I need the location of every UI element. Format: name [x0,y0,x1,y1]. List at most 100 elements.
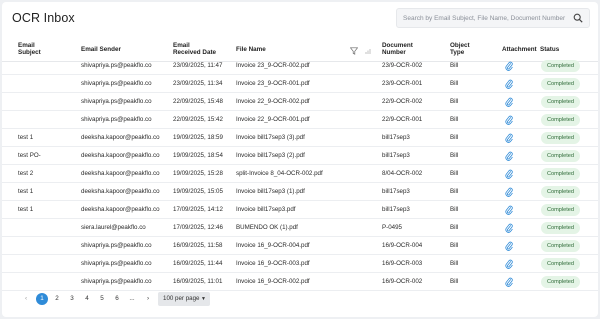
paperclip-icon[interactable] [505,241,513,251]
cell-received-date: 22/09/2025, 15:48 [173,98,223,105]
cell-document-number: bill17sep3 [382,152,410,159]
col-email-subject[interactable]: Email Subject [18,42,41,57]
search-input[interactable] [397,9,573,27]
table-row[interactable]: test 1 deeksha.kapoor@peakflo.co 19/09/202… [2,129,598,147]
cell-document-number: 23/9-OCR-001 [382,80,423,87]
status-badge: Completed [541,276,580,288]
cell-object-type: Bill [450,170,459,177]
table-row[interactable]: shivapriya.ps@peakflo.co 23/09/2025, 11:4… [2,57,598,75]
table-row[interactable]: shivapriya.ps@peakflo.co 16/09/2025, 11:5… [2,237,598,255]
paperclip-icon[interactable] [505,259,513,269]
cell-file-name[interactable]: Invoice bill17sep3 (3).pdf [236,134,305,141]
cell-email-sender: deeksha.kapoor@peakflo.co [81,152,160,159]
table-row[interactable]: shivapriya.ps@peakflo.co 16/09/2025, 11:4… [2,255,598,273]
cell-file-name[interactable]: Invoice 22_9-OCR-001.pdf [236,116,310,123]
table-row[interactable]: siera.laurel@peakflo.co 17/09/2025, 12:46… [2,219,598,237]
cell-object-type: Bill [450,152,459,159]
table-row[interactable]: shivapriya.ps@peakflo.co 16/09/2025, 11:0… [2,273,598,291]
paperclip-icon[interactable] [505,151,513,161]
cell-email-sender: shivapriya.ps@peakflo.co [81,80,152,87]
cell-email-sender: shivapriya.ps@peakflo.co [81,116,152,123]
cell-received-date: 16/09/2025, 11:58 [173,242,223,249]
cell-document-number: 22/9-OCR-001 [382,116,423,123]
sort-icon[interactable] [364,47,372,55]
paperclip-icon[interactable] [505,187,513,197]
ocr-inbox-panel: OCR Inbox Email Subject Email Sender Ema… [2,2,598,317]
col-document-number[interactable]: Document Number [382,42,413,57]
cell-object-type: Bill [450,62,459,69]
cell-object-type: Bill [450,278,459,285]
cell-file-name[interactable]: BUMENDO OK (1).pdf [236,224,298,231]
cell-file-name[interactable]: Invoice 16_9-OCR-004.pdf [236,242,310,249]
table-row[interactable]: shivapriya.ps@peakflo.co 22/09/2025, 15:4… [2,111,598,129]
page-2-button[interactable]: 2 [51,293,63,305]
table-row[interactable]: test 2 deeksha.kapoor@peakflo.co 19/09/202… [2,165,598,183]
next-page-button[interactable]: › [142,293,154,305]
table-row[interactable]: test 1 deeksha.kapoor@peakflo.co 17/09/202… [2,201,598,219]
paperclip-icon[interactable] [505,133,513,143]
cell-email-sender: shivapriya.ps@peakflo.co [81,278,152,285]
col-status[interactable]: Status [540,46,559,53]
cell-file-name[interactable]: Invoice bill17sep3 (2).pdf [236,152,305,159]
cell-file-name[interactable]: Invoice 16_9-OCR-003.pdf [236,260,310,267]
status-badge: Completed [541,150,580,162]
page-6-button[interactable]: 6 [111,293,123,305]
cell-file-name[interactable]: split-Invoice 8_04-OCR-002.pdf [236,170,323,177]
status-badge: Completed [541,60,580,72]
status-badge: Completed [541,222,580,234]
paperclip-icon[interactable] [505,223,513,233]
cell-email-sender: siera.laurel@peakflo.co [81,224,146,231]
col-received-date[interactable]: Email Received Date [173,42,216,57]
paperclip-icon[interactable] [505,277,513,287]
col-attachment[interactable]: Attachment [502,46,537,53]
page-5-button[interactable]: 5 [96,293,108,305]
cell-object-type: Bill [450,98,459,105]
status-badge: Completed [541,78,580,90]
cell-object-type: Bill [450,116,459,123]
cell-object-type: Bill [450,206,459,213]
cell-document-number: 8/04-OCR-002 [382,170,423,177]
cell-received-date: 23/09/2025, 11:34 [173,80,223,87]
table-row[interactable]: shivapriya.ps@peakflo.co 22/09/2025, 15:4… [2,93,598,111]
cell-file-name[interactable]: Invoice 23_9-OCR-001.pdf [236,80,310,87]
paperclip-icon[interactable] [505,79,513,89]
cell-email-subject: test 1 [18,206,34,213]
per-page-select[interactable]: 100 per page ▼ [158,292,210,306]
cell-received-date: 19/09/2025, 18:59 [173,134,223,141]
paperclip-icon[interactable] [505,115,513,125]
cell-document-number: 23/9-OCR-002 [382,62,423,69]
paperclip-icon[interactable] [505,97,513,107]
paperclip-icon[interactable] [505,205,513,215]
status-badge: Completed [541,240,580,252]
paperclip-icon[interactable] [505,169,513,179]
paperclip-icon[interactable] [505,61,513,71]
col-object-type[interactable]: Object Type [450,42,470,57]
cell-file-name[interactable]: Invoice bill17sep3.pdf [236,206,296,213]
status-badge: Completed [541,186,580,198]
cell-document-number: bill17sep3 [382,206,410,213]
col-file-name[interactable]: File Name [236,46,266,53]
cell-object-type: Bill [450,80,459,87]
cell-file-name[interactable]: Invoice 23_9-OCR-002.pdf [236,62,310,69]
search-icon[interactable] [573,13,583,23]
prev-page-button[interactable]: ‹ [20,293,32,305]
status-badge: Completed [541,204,580,216]
status-badge: Completed [541,132,580,144]
col-email-sender[interactable]: Email Sender [81,46,121,53]
page-3-button[interactable]: 3 [66,293,78,305]
cell-object-type: Bill [450,242,459,249]
cell-email-sender: shivapriya.ps@peakflo.co [81,260,152,267]
page-header: OCR Inbox [2,2,598,32]
table-row[interactable]: test 1 deeksha.kapoor@peakflo.co 19/09/202… [2,183,598,201]
table-row[interactable]: test PO-deeksha.kapoor@peakflo.co 19/09/2… [2,147,598,165]
page-4-button[interactable]: 4 [81,293,93,305]
cell-file-name[interactable]: Invoice 22_9-OCR-002.pdf [236,98,310,105]
status-badge: Completed [541,114,580,126]
table-row[interactable]: shivapriya.ps@peakflo.co 23/09/2025, 11:3… [2,75,598,93]
cell-file-name[interactable]: Invoice 16_9-OCR-002.pdf [236,278,310,285]
cell-received-date: 19/09/2025, 18:54 [173,152,223,159]
cell-file-name[interactable]: Invoice bill17sep3 (1).pdf [236,188,305,195]
page-1-button[interactable]: 1 [36,293,48,305]
filter-icon[interactable] [350,47,358,55]
cell-email-sender: deeksha.kapoor@peakflo.co [81,170,160,177]
